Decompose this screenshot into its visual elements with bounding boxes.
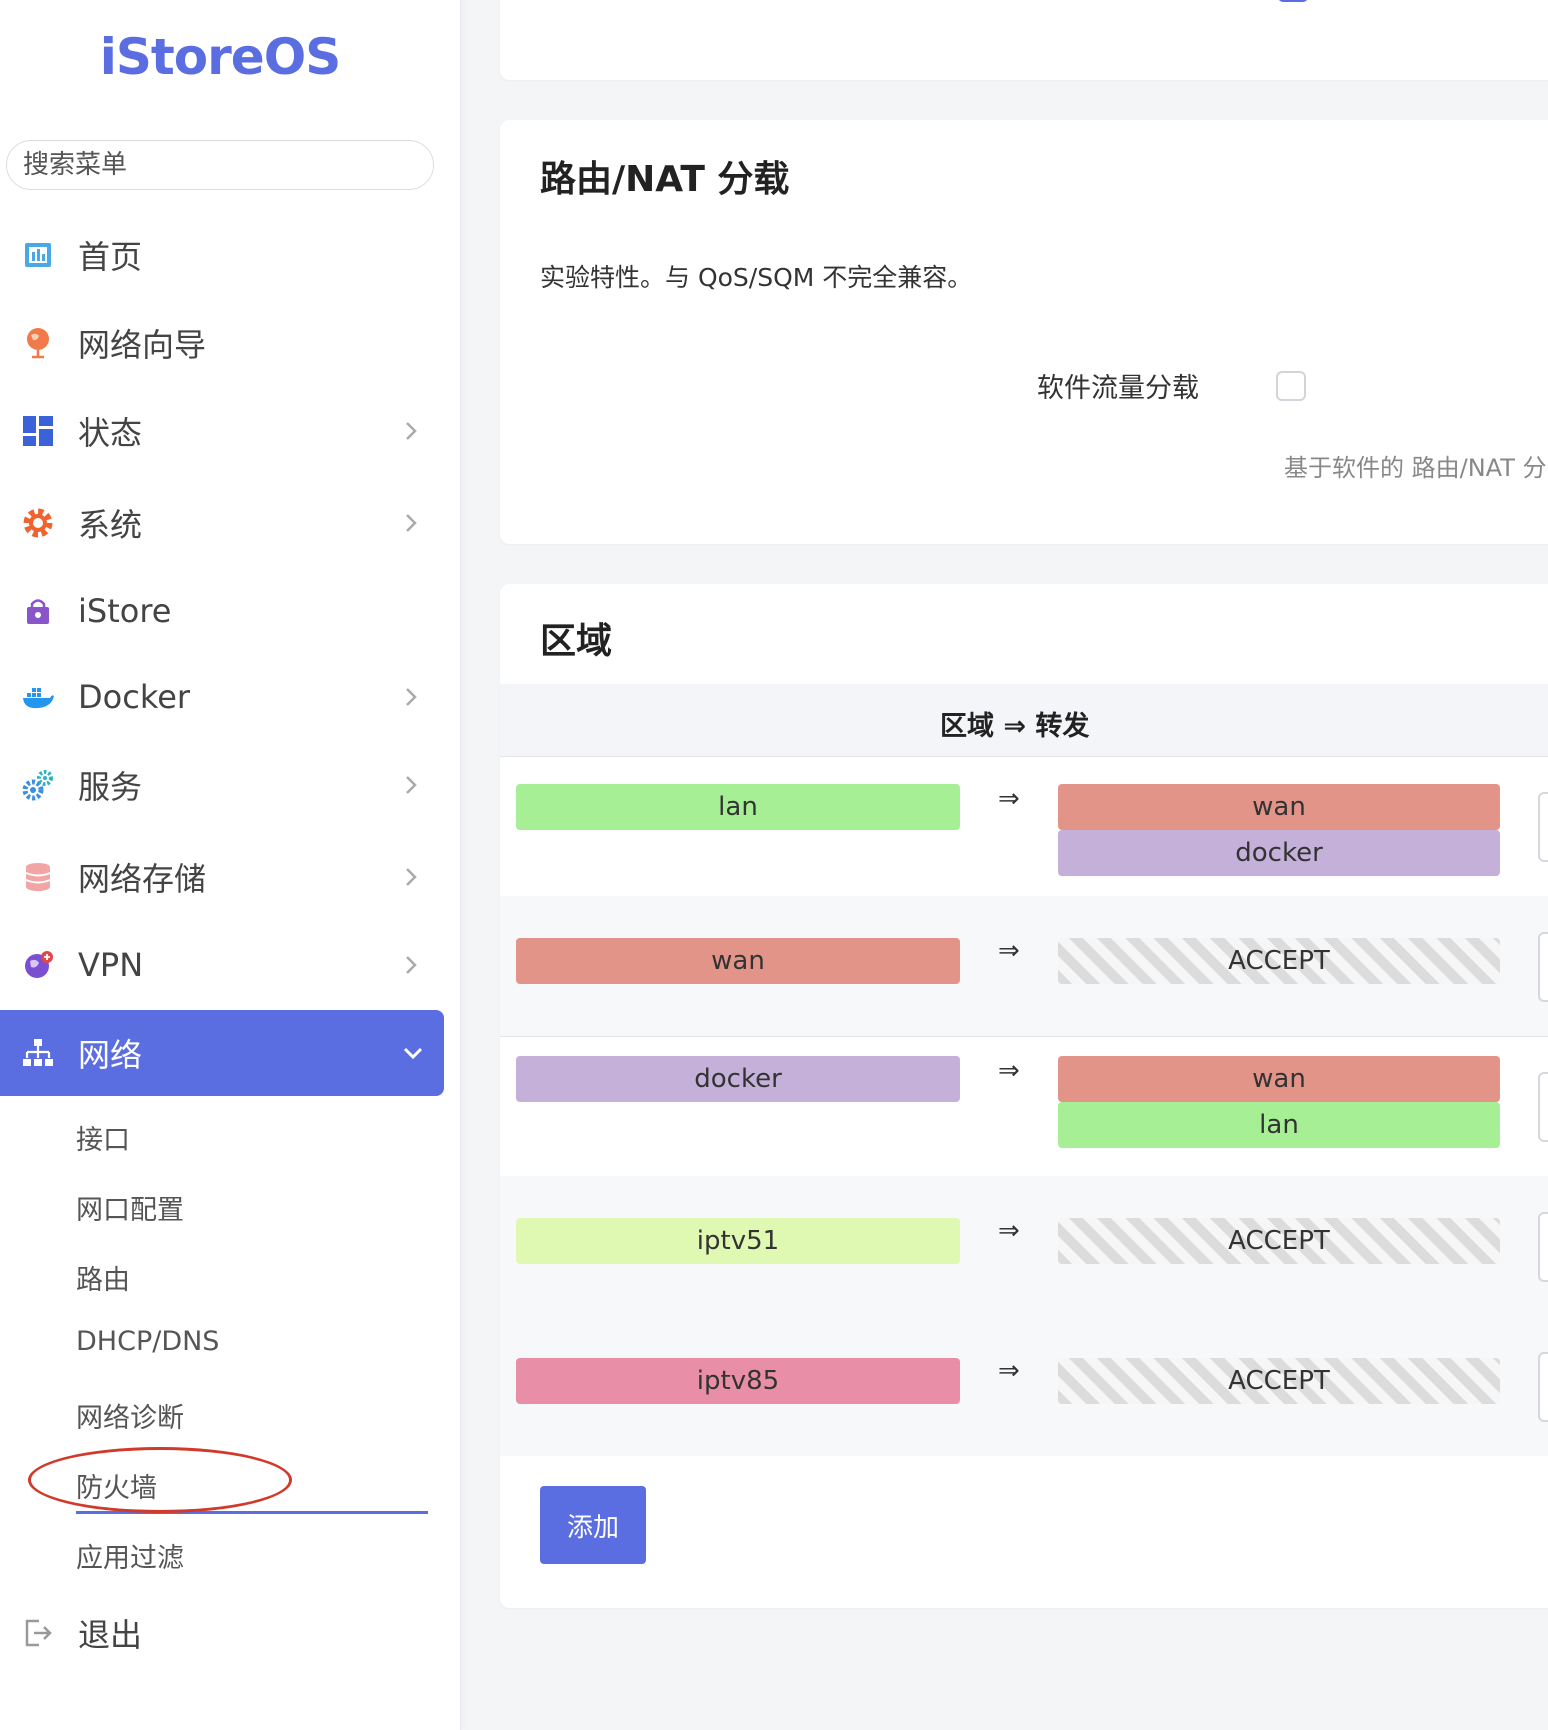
chevron-right-icon (406, 868, 417, 886)
dest-badge-wan: wan (1058, 1056, 1500, 1102)
network-icon (20, 1035, 56, 1071)
forward-arrow: ⇒ (998, 936, 1020, 966)
submenu-item-interfaces[interactable]: 接口 (76, 1118, 130, 1157)
row-action-button[interactable] (1538, 1352, 1548, 1422)
dest-badge-accept: ACCEPT (1058, 1218, 1500, 1264)
zone-badge-iptv85: iptv85 (516, 1358, 960, 1404)
sw-offload-hint: 基于软件的 路由/NAT 分 (1284, 454, 1547, 482)
chevron-right-icon (406, 956, 417, 974)
table-row: iptv51 ⇒ ACCEPT (500, 1176, 1548, 1317)
docker-icon (20, 679, 56, 715)
sidebar-item-logout[interactable]: 退出 (0, 1590, 444, 1676)
offload-title: 路由/NAT 分载 (540, 159, 790, 200)
forward-arrow: ⇒ (998, 1056, 1020, 1086)
vpn-icon (20, 947, 56, 983)
sidebar-item-label: 退出 (78, 1616, 143, 1654)
grid-icon (20, 413, 56, 449)
sidebar-item-label: 首页 (78, 238, 143, 276)
submenu-item-dhcp-dns[interactable]: DHCP/DNS (76, 1326, 219, 1357)
sidebar-item-vpn[interactable]: VPN (0, 922, 444, 1008)
table-row: lan ⇒ wan docker (500, 756, 1548, 897)
zone-badge-lan: lan (516, 784, 960, 830)
sidebar-item-label: Docker (78, 678, 191, 716)
zones-title: 区域 (540, 621, 613, 662)
logout-icon (20, 1615, 56, 1651)
row-action-button[interactable] (1538, 932, 1548, 1002)
chevron-right-icon (406, 514, 417, 532)
forward-arrow: ⇒ (998, 784, 1020, 814)
chevron-down-icon (403, 1047, 423, 1060)
zones-card: 区域 区域 ⇒ 转发 lan ⇒ wan docker wan ⇒ ACCEPT… (500, 584, 1548, 1608)
sidebar-item-label: 系统 (78, 506, 143, 544)
sw-offload-checkbox[interactable] (1276, 371, 1306, 401)
table-row: iptv85 ⇒ ACCEPT (500, 1316, 1548, 1456)
sidebar-item-label: iStore (78, 592, 172, 630)
chevron-right-icon (406, 422, 417, 440)
forward-arrow: ⇒ (998, 1356, 1020, 1386)
zones-table-header: 区域 ⇒ 转发 (500, 684, 1548, 757)
sidebar-item-label: VPN (78, 946, 144, 984)
sidebar-item-system[interactable]: 系统 (0, 480, 444, 566)
sidebar-item-label: 状态 (78, 414, 143, 452)
dest-badge-lan: lan (1058, 1102, 1500, 1148)
sidebar-item-network-storage[interactable]: 网络存储 (0, 834, 444, 920)
previous-section-card (500, 0, 1548, 80)
row-action-button[interactable] (1538, 1212, 1548, 1282)
sidebar: iStoreOS 首页 网络向导 状态 系统 iStore (0, 0, 461, 1730)
sidebar-item-docker[interactable]: Docker (0, 654, 444, 740)
sidebar-item-status[interactable]: 状态 (0, 388, 444, 474)
sidebar-item-istore[interactable]: iStore (0, 568, 444, 654)
sidebar-item-home[interactable]: 首页 (0, 212, 444, 298)
submenu-item-port-config[interactable]: 网口配置 (76, 1188, 184, 1227)
dest-badge-docker: docker (1058, 830, 1500, 876)
sidebar-item-services[interactable]: 服务 (0, 742, 444, 828)
table-row: docker ⇒ wan lan (500, 1036, 1548, 1177)
sidebar-item-label: 网络向导 (78, 326, 207, 364)
services-icon (20, 767, 56, 803)
globe-icon (20, 325, 56, 361)
zone-badge-docker: docker (516, 1056, 960, 1102)
sidebar-item-network-wizard[interactable]: 网络向导 (0, 300, 444, 386)
annotation-circle (28, 1447, 292, 1513)
search-menu-input[interactable] (6, 140, 434, 190)
zone-badge-wan: wan (516, 938, 960, 984)
zone-badge-iptv51: iptv51 (516, 1218, 960, 1264)
forward-arrow: ⇒ (998, 1216, 1020, 1246)
chevron-right-icon (406, 688, 417, 706)
sidebar-item-label: 网络 (78, 1036, 143, 1074)
dest-badge-accept: ACCEPT (1058, 1358, 1500, 1404)
submenu-item-app-filter[interactable]: 应用过滤 (76, 1536, 184, 1575)
sidebar-item-network[interactable]: 网络 (0, 1010, 444, 1096)
dest-badge-accept: ACCEPT (1058, 938, 1500, 984)
dest-badge-wan: wan (1058, 784, 1500, 830)
row-action-button[interactable] (1538, 792, 1548, 862)
logo: iStoreOS (99, 28, 342, 86)
offload-description: 实验特性。与 QoS/SQM 不完全兼容。 (540, 263, 973, 292)
add-zone-button[interactable]: 添加 (540, 1486, 646, 1564)
chevron-right-icon (406, 776, 417, 794)
checkbox-checked-edge[interactable] (1278, 0, 1308, 2)
sw-offload-label: 软件流量分载 (1037, 373, 1199, 404)
dashboard-icon (20, 237, 56, 273)
database-icon (20, 859, 56, 895)
table-row: wan ⇒ ACCEPT (500, 896, 1548, 1037)
submenu-item-diagnostics[interactable]: 网络诊断 (76, 1396, 184, 1435)
column-header-zone-forward: 区域 ⇒ 转发 (940, 711, 1090, 742)
row-action-button[interactable] (1538, 1072, 1548, 1142)
bag-icon (20, 593, 56, 629)
sidebar-item-label: 网络存储 (78, 860, 207, 898)
sidebar-item-label: 服务 (78, 768, 143, 806)
submenu-item-routes[interactable]: 路由 (76, 1258, 130, 1297)
gear-icon (20, 505, 56, 541)
offload-card: 路由/NAT 分载 实验特性。与 QoS/SQM 不完全兼容。 软件流量分载 基… (500, 120, 1548, 544)
